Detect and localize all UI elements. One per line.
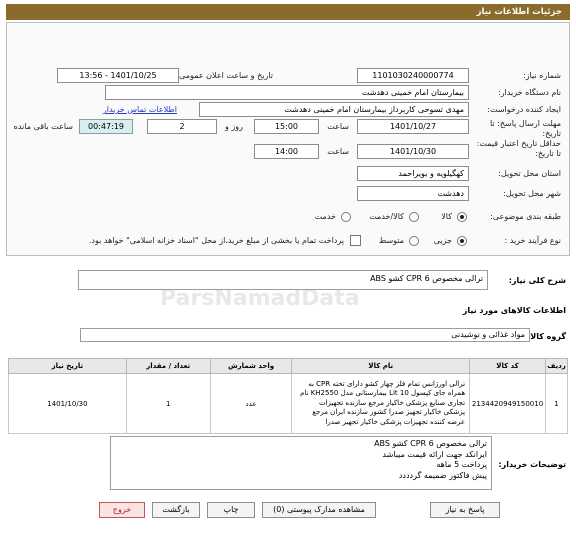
purchase-medium-label: متوسط — [378, 236, 404, 245]
table-row: 1 2134420949150010 ترالی اورژانس تمام فل… — [8, 373, 568, 434]
summary-text: ترالی مخصوص CPR 6 کشو ABS — [370, 274, 483, 283]
category-label: طبقه بندی موضوعی: — [490, 212, 561, 221]
col-code: کد کالا — [469, 358, 547, 374]
days-field: 2 — [147, 119, 217, 134]
deadline-time-label: ساعت — [327, 122, 349, 131]
buyer-org-label: نام دستگاه خریدار: — [498, 88, 561, 97]
buyer-note-line: ترالی مخصوص CPR 6 کشو ABS — [374, 439, 487, 448]
cell-date: 1401/10/30 — [8, 373, 127, 434]
buyer-notes-label: توضیحات خریدار: — [498, 460, 566, 469]
cell-row: 1 — [545, 373, 568, 434]
city-label: شهر محل تحویل: — [503, 189, 561, 198]
remaining-time-field: 00:47:19 — [79, 119, 133, 134]
buyer-note-line: پرداخت 5 ماهه — [436, 460, 487, 469]
buyer-note-line: ایرانکد جهت ارائه قیمت میباشد — [382, 449, 487, 459]
cell-qty: 1 — [125, 373, 211, 434]
print-button[interactable]: چاپ — [207, 502, 255, 518]
need-number-label: شماره نیاز: — [523, 71, 561, 80]
category-service-radio[interactable] — [341, 212, 351, 222]
contact-info-link[interactable]: اطلاعات تماس خریدار — [103, 105, 177, 114]
purchase-type-label: نوع فرآیند خرید : — [504, 236, 561, 245]
province-label: استان محل تحویل: — [498, 169, 561, 178]
summary-field: ترالی مخصوص CPR 6 کشو ABS — [78, 270, 488, 290]
goods-group-text: مواد غذائی و نوشیدنی — [451, 330, 525, 339]
announce-label: تاریخ و ساعت اعلان عمومی: — [176, 71, 273, 80]
goods-table-header: ردیف کد کالا نام کالا واحد شمارش تعداد /… — [8, 358, 568, 374]
announce-field: 1401/10/25 - 13:56 — [57, 68, 179, 83]
validity-date-field: 1401/10/30 — [357, 144, 469, 159]
treasury-bond-checkbox[interactable] — [350, 235, 361, 246]
days-word: روز و — [225, 122, 243, 131]
deadline-date-field: 1401/10/27 — [357, 119, 469, 134]
col-qty: تعداد / مقدار — [125, 358, 211, 374]
reply-button[interactable]: پاسخ به نیاز — [430, 502, 500, 518]
page-title: جزئیات اطلاعات نیاز — [6, 4, 570, 20]
col-date: تاریخ نیاز — [8, 358, 127, 374]
attachments-button[interactable]: مشاهده مدارک پیوستی (0) — [262, 502, 376, 518]
validity-time-field: 14:00 — [254, 144, 319, 159]
buyer-note-line: پیش فاکتور ضمیمه گردددد — [398, 470, 487, 480]
treasury-bond-note: پرداخت تمام یا بخشی از مبلغ خرید،از محل … — [88, 236, 344, 245]
back-button[interactable]: بازگشت — [152, 502, 200, 518]
validity-label: حداقل تاریخ اعتبار قیمت: تا تاریخ: — [476, 139, 561, 158]
deadline-label: مهلت ارسال پاسخ: تا تاریخ: — [489, 119, 561, 138]
need-number-field: 1101030240000774 — [357, 68, 469, 83]
cell-name: ترالی اورژانس تمام فلز چهار کشو دارای تخ… — [291, 373, 471, 434]
remaining-label: ساعت باقی مانده — [13, 122, 73, 131]
province-field: کهگیلویه و بویراحمد — [357, 166, 469, 181]
col-name: نام کالا — [291, 358, 471, 374]
category-goods-service-radio[interactable] — [409, 212, 419, 222]
purchase-minor-radio[interactable] — [457, 236, 467, 246]
city-field: دهدشت — [357, 186, 469, 201]
creator-field: مهدی تسوحی کاربرداز بیمارستان امام خمینی… — [199, 102, 469, 117]
col-row: ردیف — [545, 358, 568, 374]
category-goods-service-label: کالا/خدمت — [369, 212, 404, 221]
exit-button[interactable]: خروج — [99, 502, 145, 518]
creator-label: ایجاد کننده درخواست: — [487, 105, 561, 114]
goods-section-title: اطلاعات کالاهای مورد نیاز — [462, 306, 566, 315]
category-service-label: خدمت — [314, 212, 336, 221]
validity-time-label: ساعت — [327, 147, 349, 156]
need-info-panel: شماره نیاز: 1101030240000774 تاریخ و ساع… — [6, 22, 570, 256]
category-goods-radio[interactable] — [457, 212, 467, 222]
purchase-minor-label: جزیی — [433, 236, 452, 245]
purchase-medium-radio[interactable] — [409, 236, 419, 246]
summary-label: شرح کلی نیاز: — [508, 276, 566, 285]
buyer-org-field: بیمارستان امام خمینی دهدشت — [105, 85, 469, 100]
buyer-notes-box: ترالی مخصوص CPR 6 کشو ABS ایرانکد جهت ار… — [110, 436, 492, 490]
cell-code: 2134420949150010 — [469, 373, 547, 434]
col-unit: واحد شمارش — [209, 358, 293, 374]
cell-unit: عدد — [209, 373, 293, 434]
deadline-time-field: 15:00 — [254, 119, 319, 134]
goods-table: ردیف کد کالا نام کالا واحد شمارش تعداد /… — [8, 358, 568, 434]
category-goods-label: کالا — [441, 212, 452, 221]
goods-group-label: گروه کالا: — [527, 332, 566, 341]
goods-group-field: مواد غذائی و نوشیدنی — [80, 328, 530, 342]
